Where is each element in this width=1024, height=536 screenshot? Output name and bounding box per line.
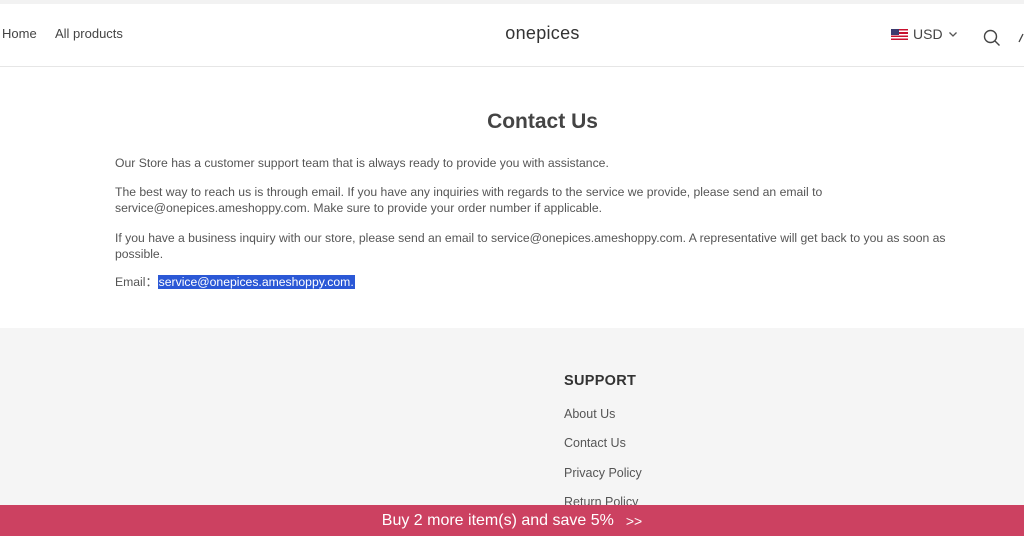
email-line: Email：service@onepices.ameshoppy.com. xyxy=(115,274,975,290)
footer-link-contact-us[interactable]: Contact Us xyxy=(564,436,626,450)
currency-selector[interactable]: USD xyxy=(891,25,958,43)
site-footer: SUPPORT About Us Contact Us Privacy Poli… xyxy=(0,328,1024,509)
promo-arrows: >> xyxy=(625,512,643,529)
footer-link-privacy-policy[interactable]: Privacy Policy xyxy=(564,466,642,480)
search-icon[interactable] xyxy=(983,29,1001,47)
business-inquiry-text: If you have a business inquiry with our … xyxy=(115,231,946,261)
page-title: Contact Us xyxy=(487,110,598,133)
support-heading: SUPPORT xyxy=(564,373,637,389)
currency-code: USD xyxy=(913,26,943,42)
footer-link-about-us[interactable]: About Us xyxy=(564,407,615,421)
email-instructions-text: The best way to reach us is through emai… xyxy=(115,185,823,215)
promo-text: Buy 2 more item(s) and save 5% xyxy=(381,511,614,529)
support-intro-text: Our Store has a customer support team th… xyxy=(115,156,609,170)
promo-banner[interactable]: Buy 2 more item(s) and save 5% >> xyxy=(0,505,1024,536)
email-label: Email： xyxy=(115,275,158,289)
store-logo[interactable]: onepices xyxy=(0,23,1024,44)
site-header: Home All products onepices USD xyxy=(0,4,1024,67)
chevron-down-icon xyxy=(948,32,957,37)
account-icon[interactable] xyxy=(1018,30,1024,46)
us-flag-icon xyxy=(891,28,908,40)
contact-page-content: Contact Us Our Store has a customer supp… xyxy=(0,67,1024,328)
email-link[interactable]: service@onepices.ameshoppy.com. xyxy=(157,275,355,289)
